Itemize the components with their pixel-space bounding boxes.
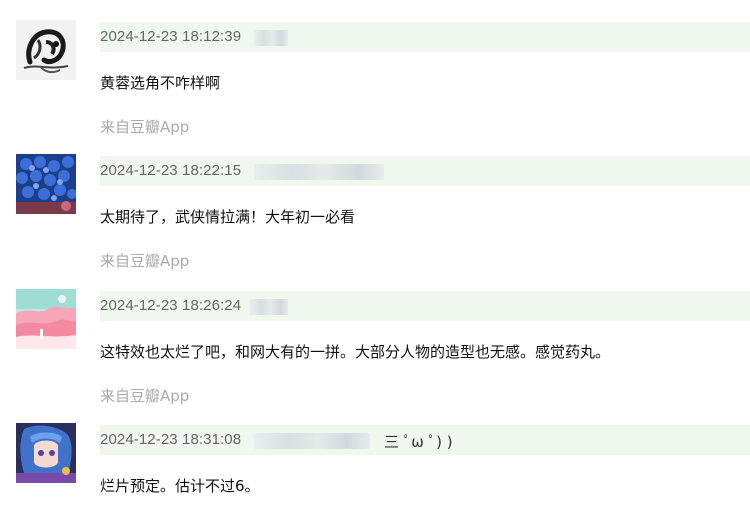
comment-text: 烂片预定。估计不过6。 — [100, 477, 260, 495]
avatar[interactable] — [16, 20, 76, 80]
comment-meta-bar: 2024-12-23 18:12:39 — [100, 22, 750, 52]
blurred-username[interactable] — [254, 30, 288, 46]
blurred-username[interactable] — [254, 164, 384, 180]
comment-item: 2024-12-23 18:22:15 太期待了，武侠情拉满！大年初一必看 来自… — [0, 154, 750, 288]
comment-item: 2024-12-23 18:12:39 黄蓉选角不咋样啊 来自豆瓣App — [0, 20, 750, 154]
comment-item: 2024-12-23 18:26:24 这特效也太烂了吧，和网大有的一拼。大部分… — [0, 289, 750, 423]
blue-hydrangea-icon — [16, 154, 76, 214]
pink-landscape-illustration-icon — [16, 289, 76, 349]
comment-meta-bar: 2024-12-23 18:26:24 — [100, 291, 750, 321]
comment-source: 来自豆瓣App — [100, 252, 190, 270]
avatar[interactable] — [16, 154, 76, 214]
comment-item: 2024-12-23 18:31:08 三 ﾟω ﾟ) ) 烂片预定。估计不过6… — [0, 423, 750, 529]
comment-source: 来自豆瓣App — [100, 118, 190, 136]
username-visible-tail[interactable]: 三 ﾟω ﾟ) ) — [384, 431, 453, 452]
comment-meta-bar: 2024-12-23 18:22:15 — [100, 156, 750, 186]
comment-timestamp: 2024-12-23 18:26:24 — [100, 297, 242, 314]
comment-timestamp: 2024-12-23 18:12:39 — [100, 28, 242, 45]
comment-text: 黄蓉选角不咋样啊 — [100, 74, 221, 92]
comment-text: 太期待了，武侠情拉满！大年初一必看 — [100, 208, 356, 226]
comment-timestamp: 2024-12-23 18:31:08 — [100, 431, 242, 448]
comment-timestamp: 2024-12-23 18:22:15 — [100, 162, 242, 179]
avatar[interactable] — [16, 423, 76, 483]
blurred-username[interactable] — [250, 299, 288, 315]
blurred-username[interactable] — [254, 433, 370, 449]
comment-source: 来自豆瓣App — [100, 387, 190, 405]
anime-character-blue-hair-icon — [16, 423, 76, 483]
avatar[interactable] — [16, 289, 76, 349]
comment-meta-bar: 2024-12-23 18:31:08 三 ﾟω ﾟ) ) — [100, 425, 750, 455]
comment-text: 这特效也太烂了吧，和网大有的一拼。大部分人物的造型也无感。感觉药丸。 — [100, 343, 611, 361]
comment-feed: 2024-12-23 18:12:39 黄蓉选角不咋样啊 来自豆瓣App 202… — [0, 0, 750, 529]
ink-wash-portrait-icon — [16, 20, 76, 80]
